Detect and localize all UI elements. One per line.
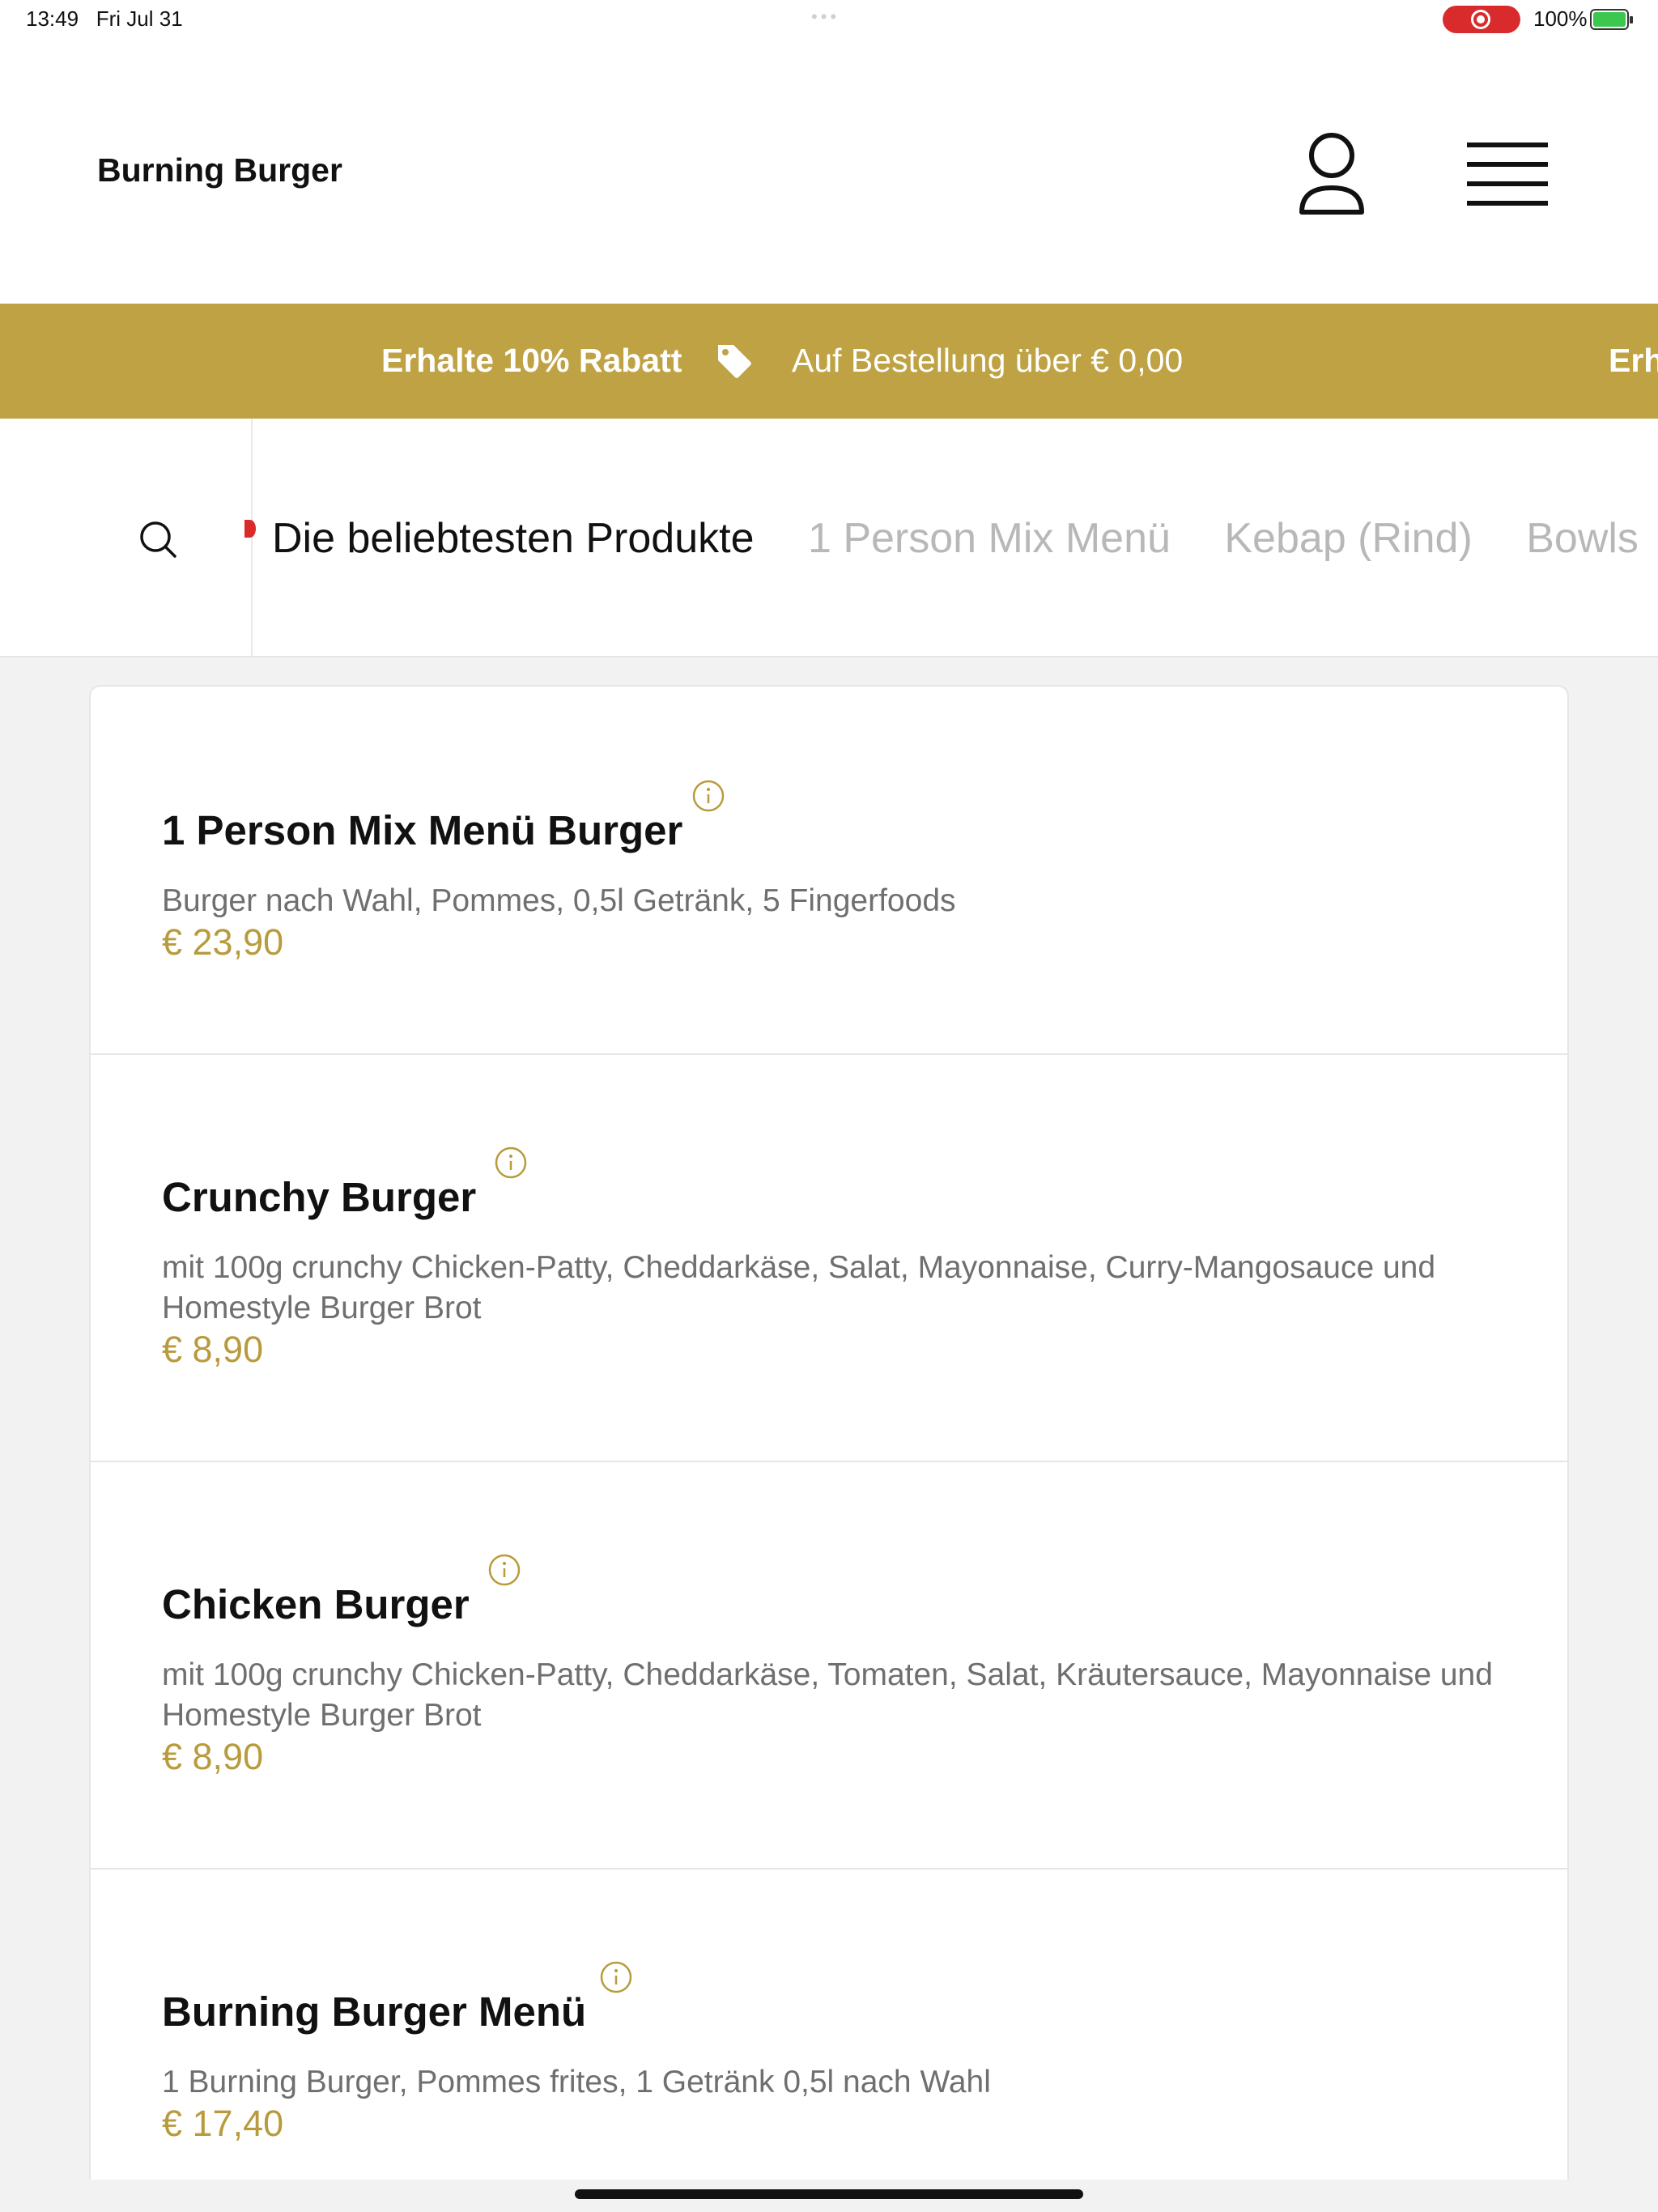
multitasking-dots[interactable]: ••• [811,6,840,28]
scroll-marker [244,520,256,538]
category-divider [251,419,253,656]
tab-bowls[interactable]: Bowls [1526,514,1639,563]
product-card[interactable]: Chicken Burger mit 100g crunchy Chicken-… [91,1462,1567,1870]
promo-headline-repeat: Erh [1609,342,1658,379]
product-card[interactable]: Burning Burger Menü 1 Burning Burger, Po… [91,1870,1567,2180]
info-icon[interactable] [487,1553,521,1587]
product-card[interactable]: 1 Person Mix Menü Burger Burger nach Wah… [91,687,1567,1055]
product-price: € 23,90 [162,921,284,963]
tab-1-person-mix-menu[interactable]: 1 Person Mix Menü [808,514,1171,563]
search-icon[interactable] [136,517,180,561]
promo-condition: Auf Bestellung über € 0,00 [792,342,1184,379]
tab-popular-products[interactable]: Die beliebtesten Produkte [272,514,755,563]
home-indicator[interactable] [575,2189,1083,2199]
category-nav: Die beliebtesten Produkte 1 Person Mix M… [0,419,1658,657]
product-title: Crunchy Burger [162,1174,477,1220]
product-title: Burning Burger Menü [162,1989,587,2035]
hamburger-menu-icon[interactable] [1467,138,1548,211]
status-bar: 13:49 Fri Jul 31 ••• 100% [0,0,1658,40]
promo-headline: Erhalte 10% Rabatt [381,342,682,379]
product-title: Chicken Burger [162,1581,470,1627]
tag-icon [718,345,751,378]
product-description: 1 Burning Burger, Pommes frites, 1 Geträ… [162,2065,991,2099]
product-description: Burger nach Wahl, Pommes, 0,5l Getränk, … [162,883,956,918]
product-list: 1 Person Mix Menü Burger Burger nach Wah… [89,685,1569,2180]
product-price: € 8,90 [162,1329,264,1370]
product-description: mit 100g crunchy Chicken-Patty, Cheddark… [162,1657,1493,1733]
record-icon [1471,10,1490,29]
product-description: mit 100g crunchy Chicken-Patty, Cheddark… [162,1250,1436,1325]
brand-name[interactable]: Burning Burger [97,151,342,189]
battery-icon [1590,9,1633,30]
info-icon[interactable] [599,1960,633,1994]
tab-kebap-rind[interactable]: Kebap (Rind) [1224,514,1472,563]
product-price: € 8,90 [162,1736,264,1777]
battery-percentage: 100% [1533,6,1588,31]
info-icon[interactable] [691,779,725,813]
status-time: 13:49 Fri Jul 31 [26,6,183,31]
info-icon[interactable] [494,1146,528,1180]
product-title: 1 Person Mix Menü Burger [162,807,683,853]
user-icon[interactable] [1295,130,1368,219]
app-header: Burning Burger [0,40,1658,304]
promo-banner[interactable]: Erhalte 10% Rabatt Auf Bestellung über €… [0,304,1658,419]
product-price: € 17,40 [162,2103,284,2144]
screen-recording-indicator[interactable] [1443,6,1520,33]
product-card[interactable]: Crunchy Burger mit 100g crunchy Chicken-… [91,1055,1567,1462]
category-tabs: Die beliebtesten Produkte 1 Person Mix M… [272,514,1658,563]
